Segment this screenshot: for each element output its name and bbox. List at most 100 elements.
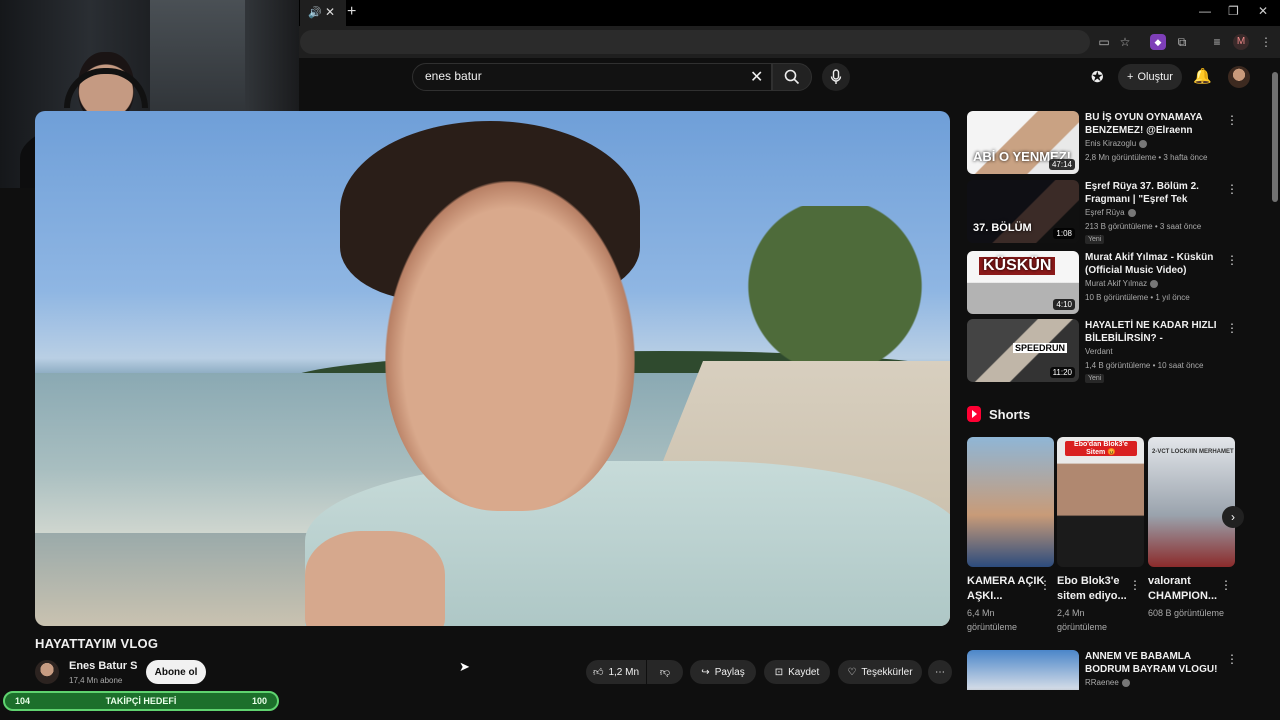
more-vertical-icon[interactable]: ⋮ (1129, 578, 1141, 592)
more-vertical-icon[interactable]: ⋮ (1226, 113, 1238, 127)
recommendation-item[interactable]: SPEEDRUN 11:20 HAYALETİ NE KADAR HIZLI B… (967, 319, 1247, 383)
bookmark-star-icon[interactable]: ☆ (1117, 34, 1133, 50)
video-player[interactable] (35, 111, 950, 626)
save-label: Kaydet (788, 666, 820, 678)
follower-goal-bar: 104 TAKİPÇİ HEDEFİ 100 (3, 691, 279, 711)
more-vertical-icon[interactable]: ⋮ (1220, 578, 1232, 592)
cast-icon[interactable]: ▭ (1096, 34, 1112, 50)
create-label: Oluştur (1137, 71, 1173, 83)
short-views: 6,4 Mn görüntüleme (967, 608, 1018, 632)
save-button[interactable]: ⊡ Kaydet (764, 660, 830, 684)
thanks-label: Teşekkürler (861, 666, 913, 678)
more-vertical-icon[interactable]: ⋮ (1039, 578, 1051, 592)
user-avatar[interactable] (1228, 66, 1250, 88)
search-button[interactable] (772, 63, 812, 91)
recommendation-title[interactable]: Eşref Rüya 37. Bölüm 2. Fragmanı | "Eşre… (1085, 180, 1225, 206)
microphone-icon (830, 69, 842, 84)
media-control-icon[interactable]: ≡ (1209, 34, 1225, 50)
recommendation-title[interactable]: HAYALETİ NE KADAR HIZLI BİLEBİLİRSİN? - … (1085, 319, 1225, 345)
share-arrow-icon: ↪ (701, 666, 710, 678)
search-input[interactable] (425, 69, 745, 83)
thanks-button[interactable]: ♡ Teşekkürler (838, 660, 922, 684)
video-thumbnail[interactable]: 37. BÖLÜM 1:08 (967, 180, 1079, 243)
verified-icon (1121, 678, 1130, 687)
video-duration: 11:20 (1049, 367, 1075, 378)
address-bar[interactable] (300, 30, 1090, 54)
thanks-heart-icon: ♡ (847, 666, 857, 678)
extension-icon[interactable]: ◆ (1150, 34, 1166, 50)
extensions-puzzle-icon[interactable]: ⧉ (1174, 34, 1190, 50)
new-tab-icon[interactable]: + (347, 3, 356, 21)
chevron-right-icon: › (1231, 510, 1235, 524)
thumbnail-text: 37. BÖLÜM (973, 222, 1032, 234)
more-vertical-icon[interactable]: ⋮ (1226, 652, 1238, 666)
recommendation-channel[interactable]: Enis Kirazoglu (1085, 139, 1148, 148)
short-views: 608 B görüntüleme (1148, 608, 1225, 618)
more-vertical-icon[interactable]: ⋮ (1226, 321, 1238, 335)
subscribe-button[interactable]: Abone ol (146, 660, 206, 684)
short-overlay-text: 2-VCT LOCK//IN MERHAMET (1152, 449, 1234, 455)
video-duration: 4:10 (1053, 299, 1075, 310)
recommendation-channel[interactable]: Murat Akif Yılmaz (1085, 279, 1159, 288)
tab-close-icon[interactable]: ✕ (325, 5, 335, 19)
channel-name[interactable]: Enes Batur S (69, 660, 137, 672)
recommendation-channel[interactable]: Verdant (1085, 347, 1113, 356)
video-thumbnail[interactable]: KÜSKÜN 4:10 (967, 251, 1079, 314)
share-button[interactable]: ↪ Paylaş (690, 660, 756, 684)
short-thumbnail[interactable]: 2-VCT LOCK//IN MERHAMET (1148, 437, 1235, 567)
video-thumbnail[interactable] (967, 650, 1079, 690)
like-count: 1,2 Mn (608, 666, 640, 678)
recommendation-channel[interactable]: RRaenee (1085, 678, 1130, 687)
recommendation-title[interactable]: BU İŞ OYUN OYNAMAYA BENZEMEZ! @Elraenn Y… (1085, 111, 1225, 137)
like-button[interactable]: 👍︎ 1,2 Mn (586, 660, 646, 684)
goal-target: 100 (251, 696, 267, 706)
recommendation-item[interactable]: KÜSKÜN 4:10 Murat Akif Yılmaz - Küskün (… (967, 251, 1247, 315)
thumbs-up-icon: 👍︎ (592, 667, 604, 678)
shorts-next-button[interactable]: › (1222, 506, 1244, 528)
more-vertical-icon[interactable]: ⋮ (1226, 182, 1238, 196)
short-overlay-text: Ebo'dan Blok3'e Sitem 😡 (1065, 441, 1137, 456)
recommendation-title[interactable]: Murat Akif Yılmaz - Küskün (Official Mus… (1085, 251, 1225, 277)
premium-icon[interactable]: ✪ (1091, 68, 1104, 86)
short-title[interactable]: KAMERA AÇIK AŞKI... (967, 574, 1047, 604)
plus-icon: + (1127, 71, 1134, 83)
short-thumbnail[interactable]: Ebo'dan Blok3'e Sitem 😡 (1057, 437, 1144, 567)
create-button[interactable]: + Oluştur (1118, 64, 1182, 90)
video-title: HAYATTAYIM VLOG (35, 636, 159, 651)
browser-menu-icon[interactable]: ⋮ (1258, 34, 1274, 50)
recommendation-channel[interactable]: Eşref Rüya (1085, 208, 1136, 217)
goal-label: TAKİPÇİ HEDEFİ (105, 696, 177, 706)
short-title[interactable]: Ebo Blok3'e sitem ediyo... (1057, 574, 1137, 604)
more-actions-button[interactable]: ⋯ (928, 660, 952, 684)
bookmark-icon: ⊡ (774, 666, 784, 678)
thumbnail-text: KÜSKÜN (979, 257, 1056, 275)
profile-avatar[interactable]: M (1233, 34, 1249, 50)
search-icon (784, 69, 800, 85)
voice-search-button[interactable] (822, 63, 850, 91)
thumbs-down-icon: 👎︎ (659, 667, 671, 678)
short-title[interactable]: valorant CHAMPION... (1148, 574, 1228, 604)
recommendation-title[interactable]: ANNEM VE BABAMLA BODRUM BAYRAM VLOGU! (1085, 650, 1225, 676)
shorts-logo-icon (967, 406, 981, 422)
recommendation-meta: 213 B görüntüleme • 3 saat önce (1085, 222, 1202, 231)
close-window-icon[interactable]: ✕ (1258, 4, 1268, 18)
more-vertical-icon[interactable]: ⋮ (1226, 253, 1238, 267)
clear-search-icon[interactable]: ✕ (750, 67, 763, 87)
dislike-button[interactable]: 👎︎ (647, 660, 683, 684)
notifications-bell-icon[interactable]: 🔔 (1193, 67, 1212, 85)
recommendation-item[interactable]: 37. BÖLÜM 1:08 Eşref Rüya 37. Bölüm 2. F… (967, 180, 1247, 244)
video-thumbnail[interactable]: SPEEDRUN 11:20 (967, 319, 1079, 382)
browser-tab[interactable] (300, 0, 346, 26)
verified-icon (1127, 208, 1136, 217)
video-duration: 47:14 (1048, 159, 1075, 170)
minimize-icon[interactable]: — (1199, 4, 1211, 18)
recommendation-item[interactable]: ANNEM VE BABAMLA BODRUM BAYRAM VLOGU! RR… (967, 650, 1247, 690)
video-thumbnail[interactable]: ABİ O YENMEZ! 47:14 (967, 111, 1079, 174)
speaker-icon[interactable]: 🔊 (308, 6, 322, 19)
search-box (412, 63, 772, 91)
recommendation-item[interactable]: ABİ O YENMEZ! 47:14 BU İŞ OYUN OYNAMAYA … (967, 111, 1247, 175)
scrollbar-thumb[interactable] (1272, 72, 1278, 202)
channel-avatar[interactable] (35, 660, 59, 684)
short-thumbnail[interactable] (967, 437, 1054, 567)
restore-icon[interactable]: ❐ (1228, 4, 1239, 18)
